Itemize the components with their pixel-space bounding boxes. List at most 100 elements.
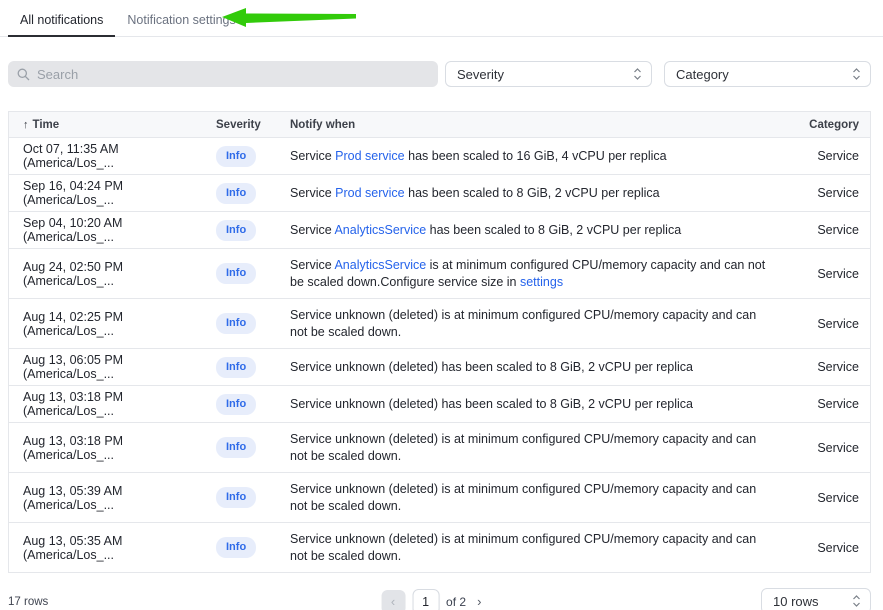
severity-cell: Info	[207, 437, 290, 458]
notify-when-cell: Service Prod service has been scaled to …	[290, 141, 804, 172]
search-box[interactable]	[8, 61, 438, 87]
sort-ascending-icon: ↑	[23, 119, 29, 131]
chevron-up-down-icon	[852, 594, 861, 608]
severity-badge: Info	[216, 263, 256, 284]
category-cell: Service	[804, 541, 870, 555]
column-header-time[interactable]: ↑Time	[9, 119, 207, 131]
time-cell: Sep 16, 04:24 PM (America/Los_...	[9, 179, 207, 207]
table-row[interactable]: Aug 13, 05:35 AM (America/Los_...InfoSer…	[9, 523, 870, 573]
time-cell: Aug 14, 02:25 PM (America/Los_...	[9, 310, 207, 338]
category-cell: Service	[804, 441, 870, 455]
time-cell: Aug 13, 03:18 PM (America/Los_...	[9, 390, 207, 418]
table-body: Oct 07, 11:35 AM (America/Los_...InfoSer…	[9, 138, 870, 573]
notification-link[interactable]: Prod service	[335, 186, 404, 200]
notify-when-text: Service unknown (deleted) is at minimum …	[290, 300, 804, 348]
notify-when-cell: Service unknown (deleted) has been scale…	[290, 352, 804, 383]
notify-when-cell: Service Prod service has been scaled to …	[290, 178, 804, 209]
table-row[interactable]: Aug 13, 06:05 PM (America/Los_... Info Ser…	[9, 349, 870, 386]
page-number-input[interactable]	[412, 589, 439, 610]
severity-cell: Info	[207, 146, 290, 167]
search-icon	[17, 68, 30, 81]
notify-when-text: Service unknown (deleted) is at minimum …	[290, 424, 804, 472]
severity-badge: Info	[216, 394, 256, 415]
severity-select-label: Severity	[457, 67, 504, 82]
table-row[interactable]: Aug 13, 03:18 PM (America/Los_... Info Ser…	[9, 423, 870, 473]
time-cell: Aug 13, 03:18 PM (America/Los_...	[9, 434, 207, 462]
table-row[interactable]: Aug 13, 03:18 PM (America/Los_... Info Ser…	[9, 386, 870, 423]
notification-link[interactable]: AnalyticsService	[334, 258, 426, 272]
previous-page-button[interactable]: ‹	[381, 590, 405, 610]
pagination: ‹ of 2 ›	[381, 589, 485, 610]
notify-when-text: Service Prod service has been scaled to …	[290, 141, 804, 172]
notify-when-text: Service unknown (deleted) has been scale…	[290, 352, 804, 383]
category-cell: Service	[804, 186, 870, 200]
time-cell: Aug 13, 05:39 AM (America/Los_...	[9, 484, 207, 512]
category-select[interactable]: Category	[664, 61, 871, 87]
notification-link[interactable]: AnalyticsService	[334, 223, 426, 237]
notify-when-cell: Service unknown (deleted) is at minimum …	[290, 474, 804, 522]
category-cell: Service	[804, 397, 870, 411]
table-footer: 17 rows ‹ of 2 › 10 rows	[8, 588, 871, 610]
severity-cell: Info	[207, 537, 290, 558]
table-row[interactable]: Aug 13, 05:39 AM (America/Los_... Info Ser…	[9, 473, 870, 523]
severity-cell: Info	[207, 183, 290, 204]
tab-all-notifications[interactable]: All notifications	[8, 7, 115, 36]
category-cell: Service	[804, 317, 870, 331]
table-row[interactable]: Sep 04, 10:20 AM (America/Los_...InfoSer…	[9, 212, 870, 249]
search-input[interactable]	[37, 67, 429, 82]
notify-when-cell: Service unknown (deleted) is at minimum …	[290, 300, 804, 348]
notification-link[interactable]: settings	[520, 275, 563, 289]
time-cell: Aug 13, 06:05 PM (America/Los_...	[9, 353, 207, 381]
category-cell: Service	[804, 491, 870, 505]
page-size-select[interactable]: 10 rows	[761, 588, 871, 610]
severity-badge: Info	[216, 220, 256, 241]
page-size-label: 10 rows	[773, 594, 819, 609]
column-header-severity[interactable]: Severity	[207, 119, 290, 131]
page-total-label: of 2	[446, 595, 466, 609]
notify-when-text: Service unknown (deleted) has been scale…	[290, 389, 804, 420]
tab-notification-settings[interactable]: Notification settings	[115, 7, 247, 36]
category-cell: Service	[804, 223, 870, 237]
table-row[interactable]: Sep 16, 04:24 PM (America/Los_... Info Ser…	[9, 175, 870, 212]
category-cell: Service	[804, 360, 870, 374]
severity-cell: Info	[207, 357, 290, 378]
notifications-table: ↑Time Severity Notify when Category Oct …	[8, 111, 871, 573]
column-header-notify-when[interactable]: Notify when	[290, 119, 804, 131]
severity-badge: Info	[216, 146, 256, 167]
severity-select[interactable]: Severity	[445, 61, 652, 87]
notifications-page: All notifications Notification settings …	[0, 0, 883, 610]
severity-badge: Info	[216, 357, 256, 378]
severity-cell: Info	[207, 313, 290, 334]
severity-cell: Info	[207, 487, 290, 508]
category-cell: Service	[804, 267, 870, 281]
notify-when-cell: Service unknown (deleted) has been scale…	[290, 389, 804, 420]
category-select-label: Category	[676, 67, 729, 82]
time-cell: Oct 07, 11:35 AM (America/Los_...	[9, 142, 207, 170]
notify-when-cell: Service AnalyticsService is at minimum c…	[290, 250, 804, 298]
severity-cell: Info	[207, 263, 290, 284]
table-row[interactable]: Aug 14, 02:25 PM (America/Los_... Info Ser…	[9, 299, 870, 349]
notify-when-text: Service unknown (deleted) is at minimum …	[290, 474, 804, 522]
table-row[interactable]: Aug 24, 02:50 PM (America/Los_... Info Ser…	[9, 249, 870, 299]
next-page-button[interactable]: ›	[473, 592, 485, 610]
row-count-label: 17 rows	[8, 596, 48, 608]
notify-when-text: Service unknown (deleted) is at minimum …	[290, 524, 804, 572]
severity-badge: Info	[216, 313, 256, 334]
notify-when-text: Service AnalyticsService has been scaled…	[290, 215, 804, 246]
time-cell: Aug 24, 02:50 PM (America/Los_...	[9, 260, 207, 288]
table-row[interactable]: Oct 07, 11:35 AM (America/Los_... Info Ser…	[9, 138, 870, 175]
severity-badge: Info	[216, 183, 256, 204]
notify-when-cell: Service AnalyticsService has been scaled…	[290, 215, 804, 246]
column-header-category[interactable]: Category	[804, 119, 870, 131]
filter-bar: Severity Category	[8, 61, 871, 87]
time-cell: Aug 13, 05:35 AM (America/Los_...	[9, 534, 207, 562]
severity-cell: Info	[207, 220, 290, 241]
category-cell: Service	[804, 149, 870, 163]
chevron-up-down-icon	[633, 67, 642, 81]
notify-when-cell: Service unknown (deleted) is at minimum …	[290, 424, 804, 472]
notify-when-text: Service AnalyticsService is at minimum c…	[290, 250, 804, 298]
table-header-row: ↑Time Severity Notify when Category	[9, 112, 870, 138]
severity-badge: Info	[216, 437, 256, 458]
severity-badge: Info	[216, 487, 256, 508]
notification-link[interactable]: Prod service	[335, 149, 404, 163]
